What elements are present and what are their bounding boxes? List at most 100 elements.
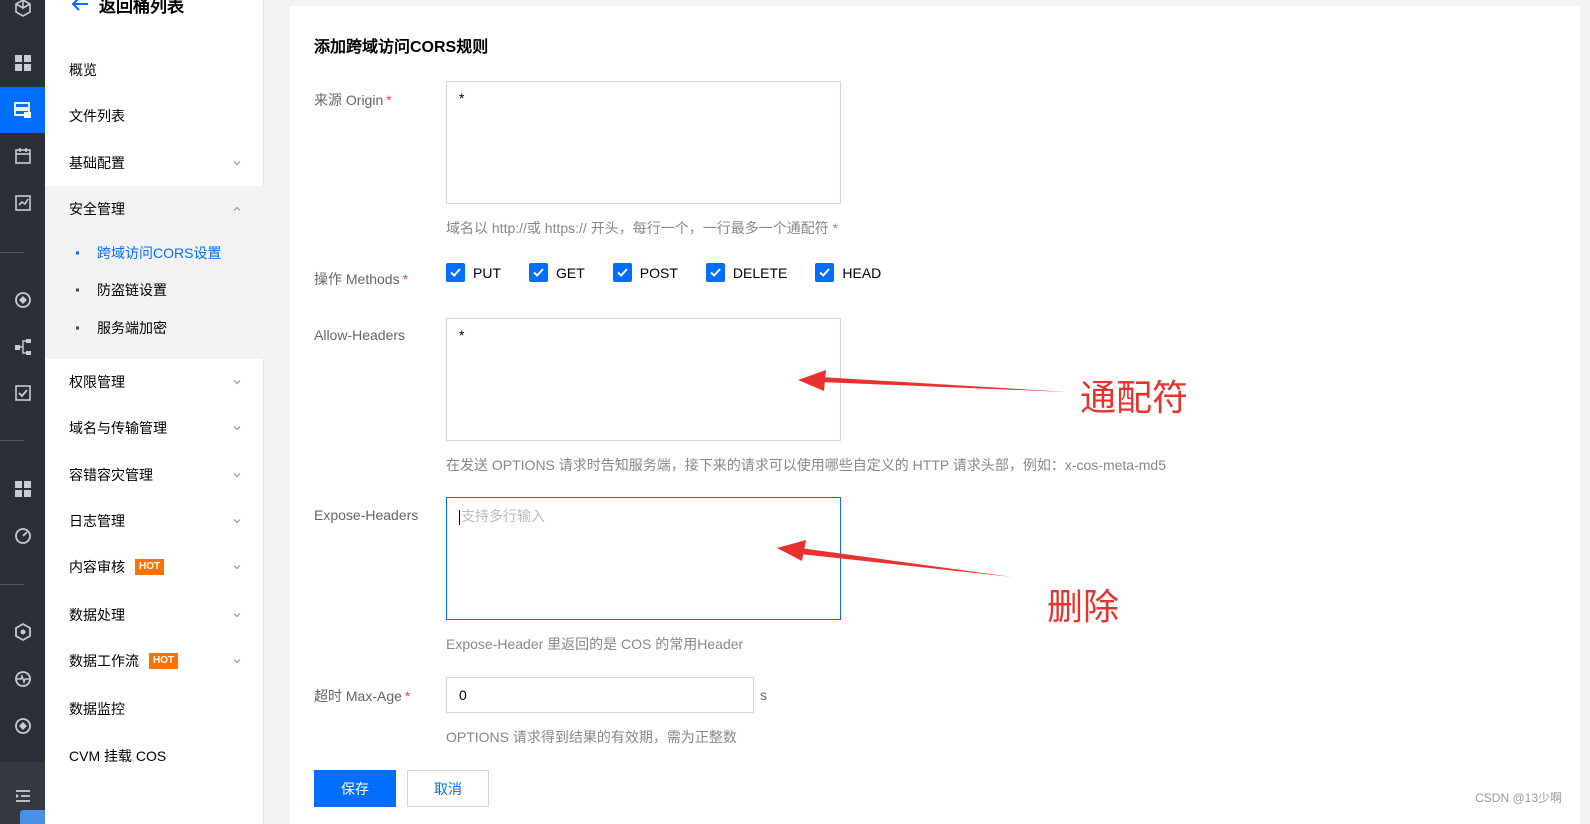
max-age-value: 0: [459, 687, 467, 703]
max-age-unit: s: [760, 687, 767, 703]
sidebar-item-label: 概览: [69, 62, 97, 78]
sidebar-item-label: 权限管理: [69, 374, 125, 390]
annotation-delete: 删除: [1047, 587, 1120, 628]
method-label: PUT: [473, 264, 501, 281]
sidebar-item-security[interactable]: 安全管理: [45, 186, 264, 232]
methods-label: 操作 Methods *: [314, 269, 408, 289]
max-age-label: 超时 Max-Age *: [314, 686, 410, 706]
required-mark: *: [402, 271, 409, 287]
rail-divider: [0, 252, 24, 253]
checkbox-checked-icon: [612, 263, 632, 282]
method-delete-checkbox[interactable]: DELETE: [705, 263, 788, 282]
back-to-bucket-list[interactable]: 返回桶列表: [71, 0, 184, 16]
globe-icon[interactable]: [0, 282, 45, 318]
sidebar-item-data-processing[interactable]: 数据处理: [45, 592, 264, 638]
method-put-checkbox[interactable]: PUT: [446, 263, 501, 282]
grid-icon[interactable]: [0, 45, 45, 81]
checkbox-checked-icon: [446, 263, 465, 282]
checkbox-checked-icon: [529, 263, 548, 282]
sidebar-item-label: 数据工作流: [69, 653, 139, 669]
icon-rail: [0, 0, 66, 824]
sidebar-item-label: 数据处理: [69, 607, 125, 623]
sidebar-subitem-cors[interactable]: 跨域访问CORS设置: [45, 235, 264, 271]
allow-headers-hint: 在发送 OPTIONS 请求时告知服务端，接下来的请求可以使用哪些自定义的 HT…: [446, 457, 1166, 473]
rail-divider: [0, 440, 24, 441]
required-mark: *: [386, 92, 392, 108]
expose-headers-label: Expose-Headers: [314, 507, 419, 523]
report-icon[interactable]: [0, 185, 45, 221]
sidebar-item-overview[interactable]: 概览: [45, 47, 264, 93]
sidebar-subitem-label: 防盗链设置: [97, 282, 167, 298]
max-age-label-text: 超时 Max-Age: [314, 688, 402, 704]
methods-checkbox-group: PUT GET POST DELETE HEAD: [446, 263, 909, 282]
pulse-icon[interactable]: [0, 661, 45, 697]
expose-headers-placeholder: 支持多行输入: [461, 508, 545, 524]
text-caret: [459, 509, 460, 525]
sidebar-item-label: CVM 挂载 COS: [69, 748, 167, 764]
bullet-icon: [76, 326, 79, 330]
cors-rule-form: 添加跨域访问CORS规则 来源 Origin * * 域名以 http://或 h…: [290, 6, 1580, 824]
origin-hint: 域名以 http://或 https:// 开头，每行一个，一行最多一个通配符 …: [446, 220, 839, 236]
cube-icon[interactable]: [0, 0, 45, 26]
hexagon-icon[interactable]: [0, 614, 45, 650]
cancel-button[interactable]: 取消: [407, 770, 489, 807]
origin-value: *: [459, 90, 465, 106]
sidebar-item-basic-config[interactable]: 基础配置: [45, 140, 264, 186]
sidebar-item-domain-transfer[interactable]: 域名与传输管理: [45, 405, 264, 451]
sidebar-item-label: 安全管理: [69, 201, 125, 217]
hot-badge: HOT: [149, 653, 179, 669]
checklist-icon[interactable]: [0, 375, 45, 411]
save-button[interactable]: 保存: [314, 770, 396, 807]
page-title: 添加跨域访问CORS规则: [314, 39, 489, 56]
chevron-down-icon: [233, 473, 241, 478]
allow-headers-textarea[interactable]: *: [446, 318, 841, 441]
method-label: GET: [556, 264, 585, 281]
sidebar-item-data-workflow[interactable]: 数据工作流 HOT: [45, 638, 264, 684]
sidebar-item-data-monitoring[interactable]: 数据监控: [45, 686, 264, 732]
chevron-down-icon: [233, 519, 241, 524]
gauge-icon[interactable]: [0, 518, 45, 554]
origin-textarea[interactable]: *: [446, 81, 841, 204]
origin-label: 来源 Origin *: [314, 90, 392, 110]
bucket-sidebar: 返回桶列表 概览 文件列表 基础配置 安全管理 跨域访问CORS设置 防盗链设置…: [45, 0, 264, 824]
topology-icon[interactable]: [0, 329, 45, 365]
sidebar-item-disaster-recovery[interactable]: 容错容灾管理: [45, 452, 264, 498]
sidebar-subitem-hotlink[interactable]: 防盗链设置: [45, 272, 264, 308]
required-mark: *: [404, 688, 411, 704]
back-label: 返回桶列表: [99, 0, 184, 16]
rail-divider: [0, 584, 24, 585]
method-label: DELETE: [732, 264, 788, 281]
sidebar-item-file-list[interactable]: 文件列表: [45, 93, 264, 139]
method-post-checkbox[interactable]: POST: [612, 263, 678, 282]
grid-icon[interactable]: [0, 471, 45, 507]
globe-icon[interactable]: [0, 708, 45, 744]
sidebar-item-cvm-mount[interactable]: CVM 挂载 COS: [45, 733, 264, 779]
method-head-checkbox[interactable]: HEAD: [815, 263, 881, 282]
sidebar-item-logs[interactable]: 日志管理: [45, 498, 264, 544]
max-age-hint: OPTIONS 请求得到结果的有效期，需为正整数: [446, 729, 737, 745]
allow-headers-label: Allow-Headers: [314, 327, 406, 343]
collapse-menu-icon[interactable]: [0, 778, 45, 814]
watermark: CSDN @13少啊: [1475, 791, 1562, 805]
sidebar-item-permissions[interactable]: 权限管理: [45, 359, 264, 405]
checkbox-checked-icon: [705, 263, 725, 282]
expose-headers-hint: Expose-Header 里返回的是 COS 的常用Header: [446, 636, 744, 652]
bullet-icon: [76, 288, 79, 292]
sidebar-subitem-encryption[interactable]: 服务端加密: [45, 310, 264, 346]
max-age-input[interactable]: 0: [446, 677, 754, 713]
expose-headers-textarea[interactable]: 支持多行输入: [446, 497, 841, 620]
bullet-icon: [76, 251, 79, 255]
methods-label-text: 操作 Methods: [314, 271, 400, 287]
sidebar-item-content-moderation[interactable]: 内容审核 HOT: [45, 544, 264, 590]
sidebar-item-label: 日志管理: [69, 513, 125, 529]
chevron-down-icon: [233, 659, 241, 664]
calendar-icon[interactable]: [0, 138, 45, 174]
storage-icon[interactable]: [0, 87, 45, 133]
chevron-down-icon: [233, 565, 241, 570]
sidebar-item-label: 文件列表: [69, 108, 125, 124]
sidebar-item-label: 数据监控: [69, 701, 125, 717]
sidebar-item-label: 内容审核: [69, 559, 125, 575]
allow-headers-value: *: [459, 327, 465, 343]
method-get-checkbox[interactable]: GET: [529, 263, 585, 282]
method-label: POST: [639, 264, 678, 281]
